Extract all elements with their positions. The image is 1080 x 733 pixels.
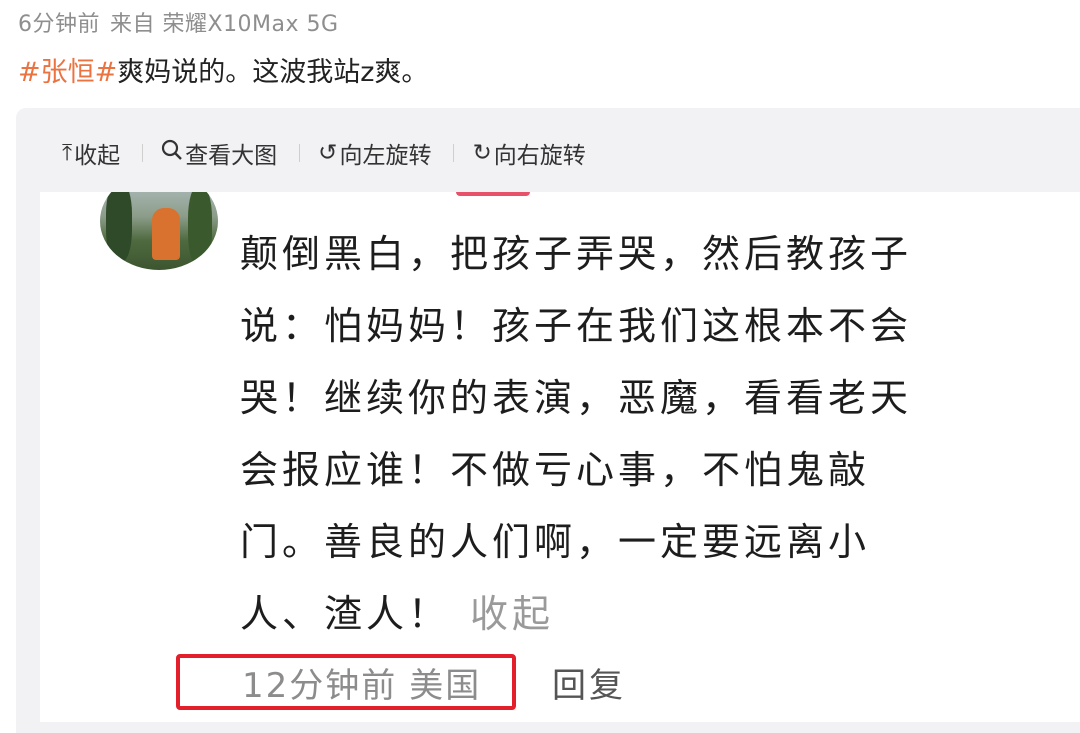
comment-reply-link: 回复 [552, 665, 626, 706]
comment-collapse-link: 收起 [470, 592, 555, 636]
highlight-box: 12分钟前 美国 [176, 654, 516, 710]
image-toolbar: ⤒ 收起 查看大图 ↺ 向左旋转 ↻ 向右旋转 [62, 136, 586, 170]
rotate-right-button[interactable]: ↻ 向右旋转 [472, 136, 585, 170]
avatar-person [152, 208, 180, 260]
rotate-left-icon: ↺ [318, 140, 338, 166]
view-large-button[interactable]: 查看大图 [161, 136, 277, 170]
comment-line: 门。善良的人们啊，一定要远离小 [240, 520, 871, 564]
rotate-left-button[interactable]: ↺ 向左旋转 [318, 136, 431, 170]
attached-screenshot-image[interactable]: 颠倒黑白，把孩子弄哭，然后教孩子 说：怕妈妈！孩子在我们这根本不会 哭！继续你的… [40, 192, 1080, 722]
rotate-right-icon: ↻ [472, 140, 492, 166]
topic-link[interactable]: #张恒# [18, 57, 117, 88]
toolbar-divider [142, 144, 144, 162]
comment-line: 哭！继续你的表演，恶魔，看看老天 [240, 376, 913, 420]
post-source: 来自 荣耀X10Max 5G [110, 12, 339, 37]
rotate-left-label: 向左旋转 [339, 143, 432, 169]
comment-time: 12分钟前 [242, 665, 398, 706]
post-body: 爽妈说的。这波我站z爽。 [117, 57, 429, 88]
toolbar-divider [299, 144, 301, 162]
collapse-label: 收起 [74, 143, 121, 169]
comment-line: 人、渣人！ 收起 [240, 578, 1040, 650]
cropped-badge [456, 192, 530, 196]
view-large-label: 查看大图 [185, 143, 278, 169]
comment-line: 说：怕妈妈！孩子在我们这根本不会 [240, 304, 913, 348]
avatar-tree [106, 192, 132, 262]
comment-location: 美国 [409, 665, 482, 706]
rotate-right-label: 向右旋转 [493, 143, 586, 169]
post-meta: 6分钟前 来自 荣耀X10Max 5G [18, 6, 339, 38]
avatar [100, 192, 218, 270]
comment-meta: 12分钟前 美国 回复 [176, 654, 626, 710]
weibo-post: 6分钟前 来自 荣耀X10Max 5G #张恒#爽妈说的。这波我站z爽。 ⤒ 收起… [0, 0, 1080, 733]
upload-arrow-icon: ⤒ [62, 140, 73, 166]
post-text: #张恒#爽妈说的。这波我站z爽。 [18, 50, 428, 89]
avatar-tree [188, 192, 212, 266]
toolbar-divider [453, 144, 455, 162]
comment-line: 颠倒黑白，把孩子弄哭，然后教孩子 [240, 232, 913, 276]
comment-text: 颠倒黑白，把孩子弄哭，然后教孩子 说：怕妈妈！孩子在我们这根本不会 哭！继续你的… [240, 218, 1040, 650]
post-time[interactable]: 6分钟前 [18, 12, 100, 37]
comment-line: 会报应谁！不做亏心事，不怕鬼敲 [240, 448, 871, 492]
magnifier-icon [161, 139, 183, 167]
comment-line-text: 人、渣人！ [240, 592, 451, 636]
collapse-button[interactable]: ⤒ 收起 [62, 136, 120, 170]
